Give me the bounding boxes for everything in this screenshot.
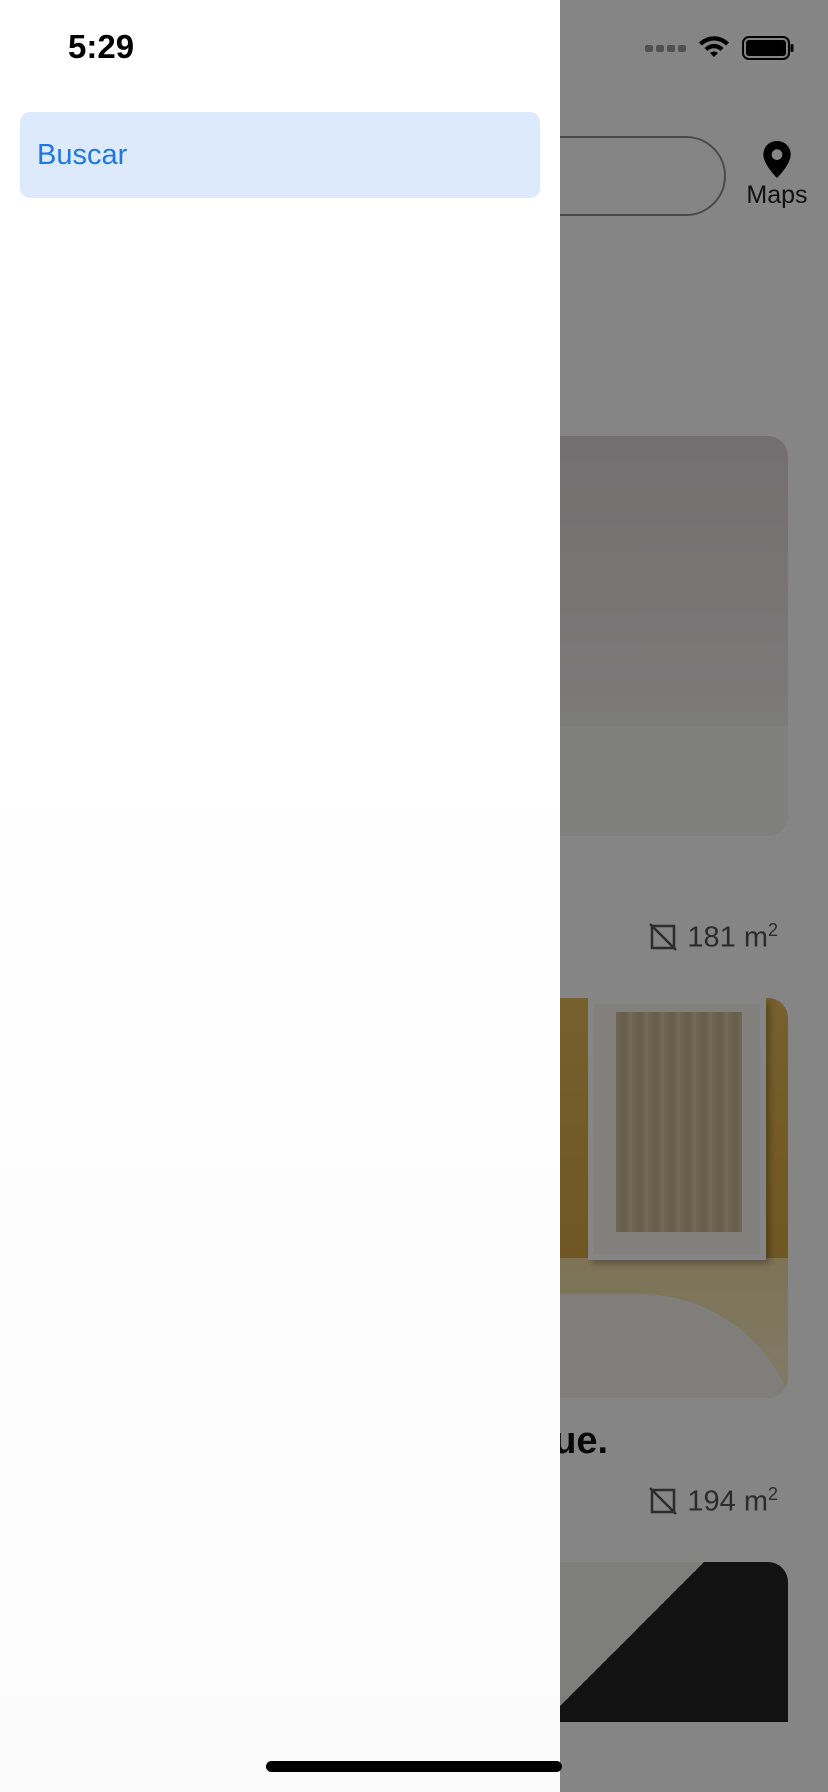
drawer-item-label: Buscar [37, 138, 128, 171]
side-drawer: 5:29 Buscar [0, 0, 560, 1792]
status-time: 5:29 [68, 28, 135, 65]
drawer-item-buscar[interactable]: Buscar [20, 112, 540, 198]
home-indicator[interactable] [266, 1761, 562, 1772]
